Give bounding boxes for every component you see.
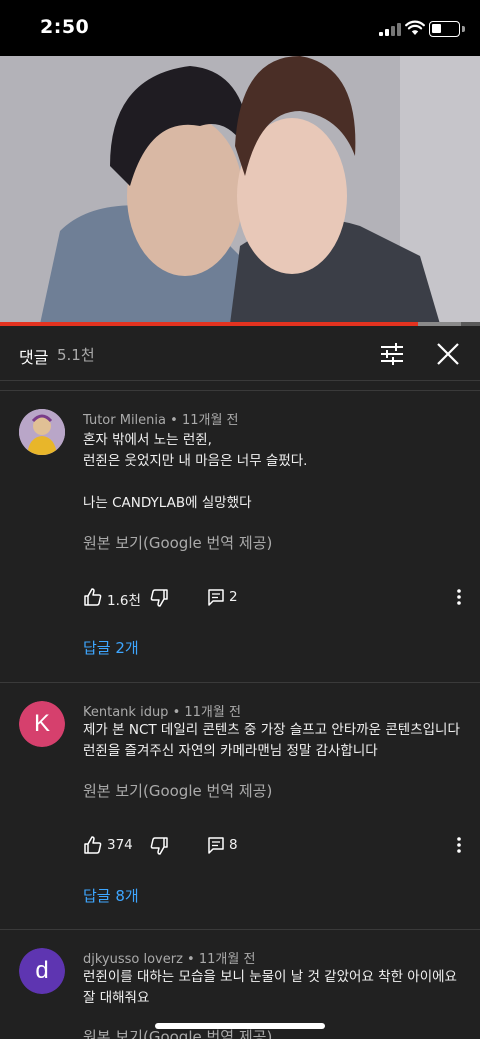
comment-author[interactable]: djkyusso loverz <box>83 952 183 967</box>
like-count: 374 <box>107 837 133 853</box>
battery-tip <box>462 26 465 32</box>
comment-text: 혼자 밖에서 노는 런쥔, 런쥔은 웃었지만 내 마음은 너무 슬펐다. 나는 … <box>83 432 308 511</box>
view-replies-link[interactable]: 답글 2개 <box>83 637 139 658</box>
meta-separator: • <box>182 952 199 967</box>
view-replies-link[interactable]: 답글 8개 <box>83 885 139 906</box>
wifi-icon <box>405 20 425 35</box>
comment-actions: 1.6천 2 <box>83 585 473 609</box>
comments-panel-header: 댓글 5.1천 <box>0 326 480 382</box>
reply-count: 2 <box>229 589 238 605</box>
comment-time: 11개월 전 <box>184 705 241 720</box>
video-frame-image <box>0 56 480 324</box>
comment-icon[interactable] <box>207 836 225 854</box>
reply-count: 8 <box>229 837 238 853</box>
comment-author[interactable]: Kentank idup <box>83 705 168 720</box>
comment-text: 런쥔이를 대하는 모습을 보니 눈물이 날 것 같았어요 착한 아이에요 잘 대… <box>83 969 462 1006</box>
meta-separator: • <box>168 705 185 720</box>
avatar-image <box>19 409 65 455</box>
thumb-down-icon[interactable] <box>149 836 169 856</box>
comment-time: 11개월 전 <box>198 952 256 967</box>
comment-author[interactable]: Tutor Milenia <box>83 413 166 428</box>
more-vert-icon[interactable] <box>453 835 465 855</box>
comment-count: 5.1천 <box>57 346 95 364</box>
status-bar: 2:50 <box>0 0 480 56</box>
filter-sliders-icon[interactable] <box>379 341 405 367</box>
comment-meta: Kentank idup • 11개월 전 <box>83 701 241 720</box>
avatar[interactable]: d <box>19 948 65 994</box>
thumb-up-icon[interactable] <box>83 835 103 855</box>
battery-icon <box>429 21 460 37</box>
avatar[interactable]: K <box>19 701 65 747</box>
avatar[interactable] <box>19 409 65 455</box>
comment-meta: djkyusso loverz • 11개월 전 <box>83 948 255 967</box>
avatar-letter: d <box>19 948 65 994</box>
comment-meta: Tutor Milenia • 11개월 전 <box>83 409 239 428</box>
cellular-signal-icon <box>379 23 401 36</box>
header-divider <box>0 380 480 381</box>
see-original-link[interactable]: 원본 보기(Google 번역 제공) <box>83 532 272 553</box>
comment-icon[interactable] <box>207 588 225 606</box>
video-player[interactable] <box>0 56 480 324</box>
like-count: 1.6천 <box>107 593 141 609</box>
thumb-down-icon[interactable] <box>149 588 169 608</box>
status-time: 2:50 <box>40 16 90 38</box>
panel-title: 댓글 <box>19 348 49 367</box>
see-original-link[interactable]: 원본 보기(Google 번역 제공) <box>83 780 272 801</box>
comment-item: K Kentank idup • 11개월 전 제가 본 NCT 데일리 콘텐츠… <box>0 683 480 928</box>
meta-separator: • <box>166 413 182 428</box>
thumb-up-icon[interactable] <box>83 587 103 607</box>
close-icon[interactable] <box>434 340 462 368</box>
avatar-letter: K <box>19 701 65 747</box>
comment-time: 11개월 전 <box>181 413 239 428</box>
comment-actions: 374 8 <box>83 833 473 857</box>
comment-text: 제가 본 NCT 데일리 콘텐츠 중 가장 슬프고 안타까운 콘텐츠입니다 런쥔… <box>83 722 465 759</box>
home-indicator[interactable] <box>155 1023 325 1029</box>
more-vert-icon[interactable] <box>453 587 465 607</box>
comment-item: Tutor Milenia • 11개월 전 혼자 밖에서 노는 런쥔, 런쥔은… <box>0 391 480 681</box>
